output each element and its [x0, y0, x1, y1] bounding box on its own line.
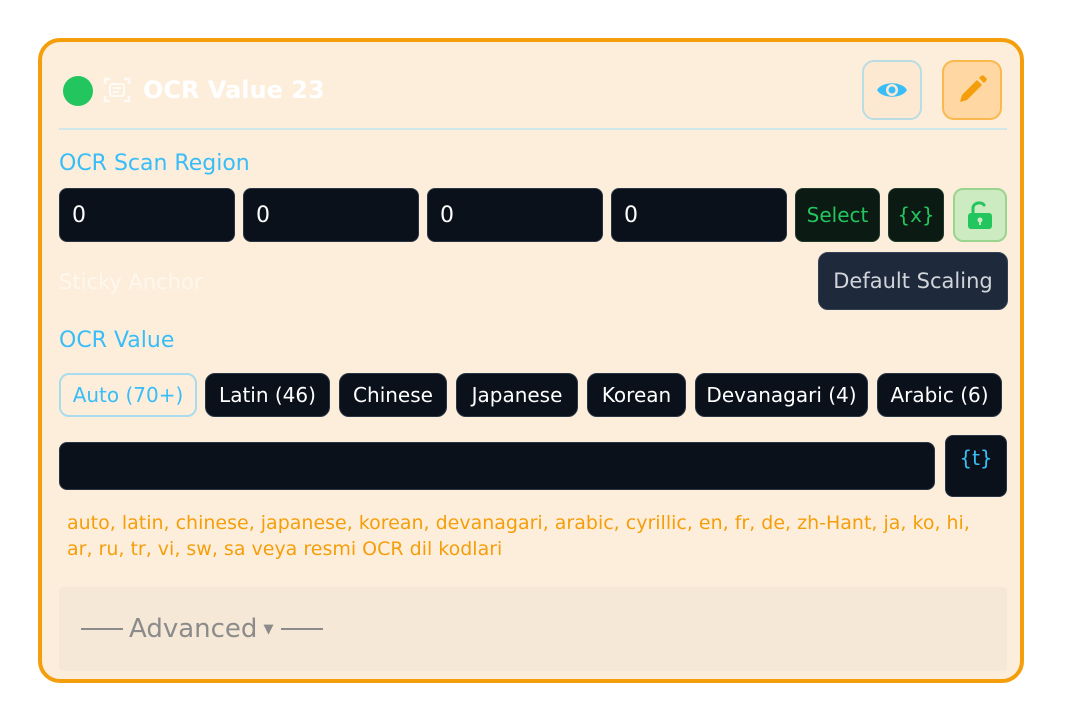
language-chip-auto[interactable]: Auto (70+)	[59, 373, 197, 417]
advanced-label: Advanced	[129, 614, 258, 644]
language-hint-text: auto, latin, chinese, japanese, korean, …	[67, 512, 970, 560]
region-height-input[interactable]: 0	[611, 188, 787, 242]
divider-line-right	[281, 628, 324, 630]
ocr-value-label: OCR Value	[59, 328, 175, 353]
node-header: OCR Value 23	[59, 56, 1007, 128]
ocr-scan-icon	[103, 76, 131, 104]
pencil-icon	[960, 75, 987, 102]
region-y-input[interactable]: 0	[243, 188, 419, 242]
select-region-button[interactable]: Select	[795, 188, 880, 242]
template-variable-button[interactable]: {t}	[945, 435, 1007, 497]
node-title: OCR Value 23	[143, 76, 325, 104]
sticky-anchor-label[interactable]: Sticky Anchor	[59, 268, 202, 296]
language-chip-chinese[interactable]: Chinese	[339, 373, 447, 417]
status-indicator	[63, 76, 93, 106]
region-width-input[interactable]: 0	[427, 188, 603, 242]
ocr-language-input[interactable]	[59, 442, 935, 490]
ocr-value-node-panel: OCR Value 23 OCR Scan Region 0 0 0 0 Sel…	[38, 38, 1024, 683]
advanced-section: Advanced ▼	[59, 587, 1007, 671]
language-chip-korean[interactable]: Korean	[587, 373, 686, 417]
caret-down-icon: ▼	[263, 621, 274, 637]
language-chip-japanese[interactable]: Japanese	[456, 373, 578, 417]
divider-line-left	[81, 628, 123, 630]
region-x-input[interactable]: 0	[59, 188, 235, 242]
preview-button[interactable]	[862, 60, 922, 120]
header-divider	[59, 128, 1007, 130]
language-chip-latin[interactable]: Latin (46)	[205, 373, 330, 417]
eye-icon	[877, 83, 907, 97]
unlock-icon	[968, 201, 992, 229]
region-lock-button[interactable]	[953, 188, 1007, 242]
variable-button[interactable]: {x}	[888, 188, 944, 242]
advanced-toggle[interactable]: Advanced ▼	[75, 613, 329, 645]
language-chip-devanagari[interactable]: Devanagari (4)	[695, 373, 868, 417]
scan-region-label: OCR Scan Region	[59, 151, 250, 176]
language-chip-arabic[interactable]: Arabic (6)	[877, 373, 1002, 417]
default-scaling-button[interactable]: Default Scaling	[818, 252, 1008, 310]
edit-button[interactable]	[942, 60, 1002, 120]
